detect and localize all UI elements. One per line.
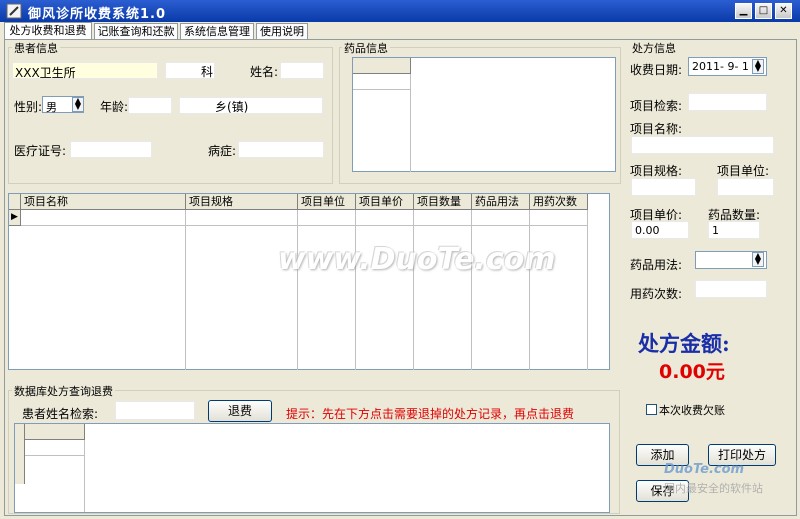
times-label: 用药次数:: [630, 287, 683, 301]
corner-watermark-line2: 国内最安全的软件站: [664, 482, 763, 495]
item-unit-input[interactable]: [717, 178, 774, 196]
col-divider: [297, 210, 298, 370]
prescription-items-table[interactable]: 项目名称 项目规格 项目单位 项目单价 项目数量 药品用法 用药次数 ▶: [8, 193, 610, 370]
col-item-unit[interactable]: 项目单位: [298, 194, 356, 210]
prescription-info-title: 处方信息: [630, 40, 678, 56]
unit-price-input[interactable]: 0.00: [631, 221, 689, 239]
disease-label: 病症:: [208, 144, 237, 158]
corner-watermark: DuoTe.com 国内最安全的软件站: [664, 462, 763, 496]
minimize-button[interactable]: ▁: [735, 3, 752, 19]
col-divider: [529, 210, 530, 370]
refund-grid-row[interactable]: [25, 440, 85, 456]
total-amount-value: 0.00元: [659, 361, 725, 383]
col-divider: [471, 210, 472, 370]
drug-grid-row[interactable]: [353, 74, 411, 90]
township-label: 乡(镇): [215, 100, 249, 114]
tab-credit-query[interactable]: 记账查询和还款: [94, 23, 178, 39]
maximize-button[interactable]: □: [755, 3, 772, 19]
refund-hint: 提示：先在下方点击需要退掉的处方记录，再点击退费: [286, 407, 575, 421]
col-item-name[interactable]: 项目名称: [21, 194, 186, 210]
credit-checkbox[interactable]: [646, 404, 657, 415]
drug-info-title: 药品信息: [342, 40, 390, 56]
patient-info-title: 患者信息: [12, 40, 60, 56]
col-item-spec[interactable]: 项目规格: [186, 194, 298, 210]
township-input[interactable]: [179, 97, 323, 114]
row-header-corner: [9, 194, 21, 210]
times-input[interactable]: [695, 280, 767, 298]
refund-button[interactable]: 退费: [208, 400, 272, 422]
item-name-label: 项目名称:: [630, 122, 683, 136]
charge-date-value: 2011- 9- 1: [692, 60, 749, 73]
department-label: 科: [201, 65, 214, 79]
title-bar[interactable]: 御风诊所收费系统1.0 ▁ □ ✕: [0, 0, 800, 22]
center-watermark: www.DuoTe.com: [278, 242, 556, 277]
disease-input[interactable]: [238, 141, 324, 158]
col-usage[interactable]: 药品用法: [472, 194, 530, 210]
refund-records-grid[interactable]: [14, 423, 610, 513]
refund-grid-header: [15, 424, 85, 440]
item-spec-label: 项目规格:: [630, 164, 683, 178]
tab-prescription-charge[interactable]: 处方收费和退费: [4, 22, 92, 40]
refund-row-header: [15, 424, 25, 484]
tab-strip: 处方收费和退费 记账查询和还款 系统信息管理 使用说明: [4, 22, 604, 40]
tab-usage-help[interactable]: 使用说明: [256, 23, 308, 39]
total-amount-label: 处方金额:: [638, 331, 730, 356]
patient-search-label: 患者姓名检索:: [22, 407, 99, 421]
table-row[interactable]: [21, 210, 588, 226]
col-times[interactable]: 用药次数: [530, 194, 588, 210]
refund-grid-divider: [84, 456, 85, 512]
patient-name-input[interactable]: [280, 62, 324, 79]
drug-grid-header: [353, 58, 411, 74]
current-row-arrow-icon: ▶: [9, 210, 21, 226]
insurance-no-input[interactable]: [70, 141, 152, 158]
date-spin-icon[interactable]: ▲ ▼: [752, 59, 764, 74]
usage-spin-icon[interactable]: ▲ ▼: [752, 252, 764, 267]
drug-quantity-value: 1: [712, 224, 719, 237]
window-title: 御风诊所收费系统1.0: [28, 7, 167, 22]
item-spec-input[interactable]: [631, 178, 696, 196]
charge-date-label: 收费日期:: [630, 63, 683, 77]
drug-usage-label: 药品用法:: [630, 258, 683, 272]
col-divider: [185, 210, 186, 370]
clinic-name-field[interactable]: XXX卫生所: [12, 62, 158, 80]
corner-watermark-line1: DuoTe.com: [664, 462, 745, 477]
patient-search-input[interactable]: [115, 401, 195, 420]
close-button[interactable]: ✕: [775, 3, 792, 19]
col-divider: [413, 210, 414, 370]
gender-label: 性别:: [14, 100, 43, 114]
item-name-input[interactable]: [631, 136, 774, 154]
refund-group-title: 数据库处方查询退费: [12, 383, 115, 399]
age-label: 年龄:: [100, 100, 129, 114]
drug-list-grid[interactable]: [352, 57, 616, 172]
col-divider: [587, 210, 588, 370]
col-divider: [355, 210, 356, 370]
item-search-input[interactable]: [688, 93, 767, 111]
drug-quantity-input[interactable]: 1: [708, 221, 760, 239]
gender-value: 男: [46, 101, 57, 114]
app-icon: [6, 3, 22, 19]
credit-checkbox-label: 本次收费欠账: [659, 404, 725, 417]
age-input[interactable]: [128, 97, 172, 114]
tab-system-info[interactable]: 系统信息管理: [180, 23, 254, 39]
gender-spin-icon[interactable]: ▲ ▼: [72, 97, 84, 112]
insurance-no-label: 医疗证号:: [14, 144, 67, 158]
col-unit-price[interactable]: 项目单价: [356, 194, 414, 210]
drug-grid-divider: [410, 90, 411, 172]
item-search-label: 项目检索:: [630, 99, 683, 113]
name-label: 姓名:: [250, 65, 279, 79]
item-unit-label: 项目单位:: [717, 164, 770, 178]
col-quantity[interactable]: 项目数量: [414, 194, 472, 210]
unit-price-value: 0.00: [635, 224, 660, 237]
